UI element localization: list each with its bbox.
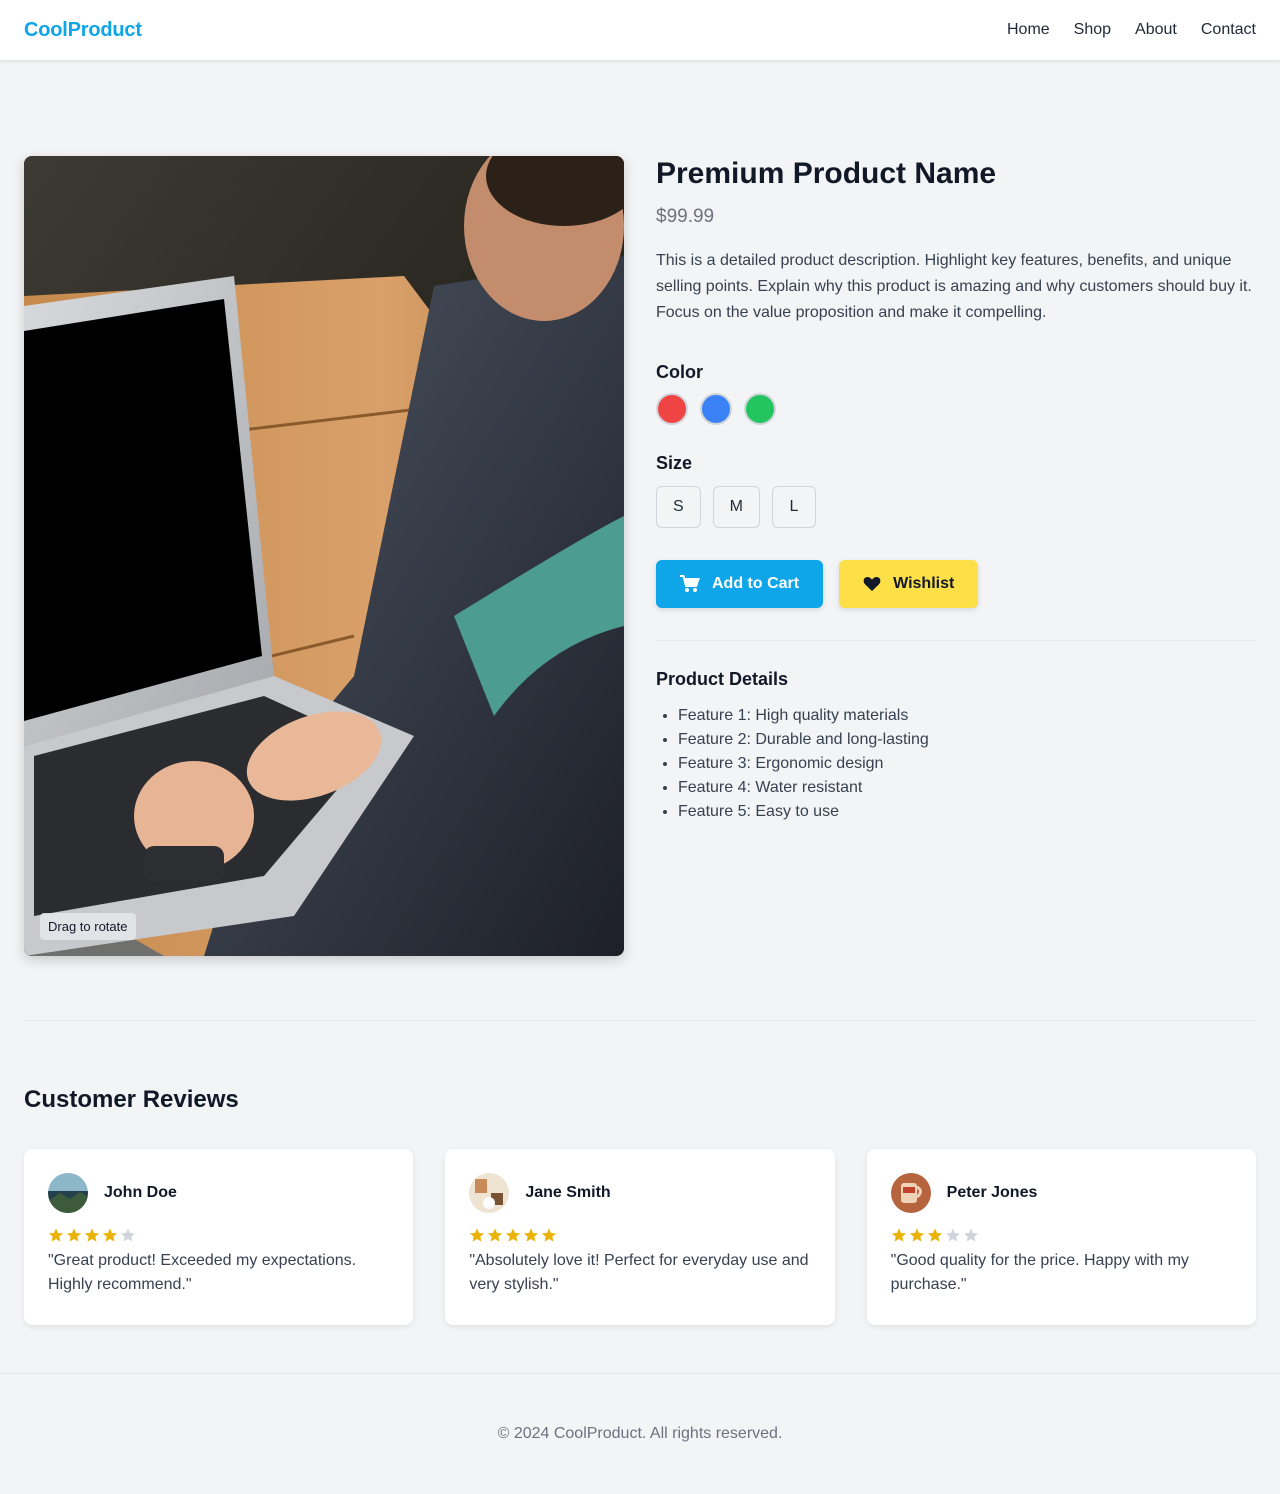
main-nav: Home Shop About Contact xyxy=(1007,21,1256,39)
section-divider xyxy=(24,1020,1256,1021)
feature-item: Feature 2: Durable and long-lasting xyxy=(678,728,1256,752)
star-filled-icon xyxy=(102,1228,118,1242)
reviews-list: John Doe "Great product! Exceeded my exp… xyxy=(24,1149,1256,1325)
reviewer-name: Jane Smith xyxy=(525,1184,611,1201)
star-filled-icon xyxy=(927,1228,942,1242)
details-divider xyxy=(656,640,1256,641)
reviews-title: Customer Reviews xyxy=(24,1086,239,1113)
logo-link[interactable]: CoolProduct xyxy=(24,19,142,42)
product-description: This is a detailed product description. … xyxy=(656,252,1252,321)
color-swatch-green[interactable] xyxy=(744,393,776,425)
review-card: John Doe "Great product! Exceeded my exp… xyxy=(24,1149,414,1325)
star-empty-icon xyxy=(120,1228,136,1242)
star-filled-icon xyxy=(891,1228,906,1242)
reviewer: Jane Smith xyxy=(469,1173,810,1213)
star-filled-icon xyxy=(84,1228,100,1242)
star-filled-icon xyxy=(909,1228,924,1242)
nav-shop[interactable]: Shop xyxy=(1074,21,1111,39)
feature-item: Feature 1: High quality materials xyxy=(678,704,1256,728)
product-image-viewer[interactable]: Drag to rotate xyxy=(24,156,624,956)
add-to-cart-button[interactable]: Add to Cart xyxy=(656,560,824,608)
star-filled-icon xyxy=(48,1228,64,1242)
reviewer: Peter Jones xyxy=(890,1173,1232,1213)
reviewer-name: John Doe xyxy=(104,1184,177,1201)
feature-item: Feature 3: Ergonomic design xyxy=(678,752,1256,776)
feature-list: Feature 1: High quality materials Featur… xyxy=(656,704,1256,824)
heart-icon xyxy=(863,577,881,591)
purchase-actions: Add to Cart Wishlist xyxy=(656,560,1256,608)
wishlist-label: Wishlist xyxy=(893,575,955,592)
reviewer-name: Peter Jones xyxy=(946,1184,1038,1201)
color-options xyxy=(656,393,1256,425)
avatar xyxy=(48,1173,88,1213)
add-to-cart-label: Add to Cart xyxy=(712,575,800,592)
size-l-button[interactable]: L xyxy=(772,486,816,528)
star-rating xyxy=(48,1227,389,1243)
product-info: Premium Product Name $99.99 This is a de… xyxy=(656,156,1256,956)
product-photo xyxy=(24,156,624,956)
site-header: CoolProduct Home Shop About Contact xyxy=(0,0,1280,60)
drag-to-rotate-hint: Drag to rotate xyxy=(40,913,136,940)
product-title: Premium Product Name xyxy=(656,157,997,190)
review-text: "Good quality for the price. Happy with … xyxy=(890,1252,1189,1293)
star-filled-icon xyxy=(488,1228,503,1242)
color-swatch-blue[interactable] xyxy=(700,393,732,425)
star-filled-icon xyxy=(66,1228,82,1242)
nav-home[interactable]: Home xyxy=(1007,21,1050,39)
size-m-button[interactable]: M xyxy=(712,486,760,528)
avatar xyxy=(890,1173,931,1213)
cart-icon xyxy=(680,575,700,592)
product-details-title: Product Details xyxy=(656,669,789,689)
star-filled-icon xyxy=(470,1228,485,1242)
review-text: "Absolutely love it! Perfect for everyda… xyxy=(469,1252,809,1293)
nav-about[interactable]: About xyxy=(1135,21,1177,39)
product-price: $99.99 xyxy=(656,206,715,227)
nav-contact[interactable]: Contact xyxy=(1201,21,1256,39)
star-rating xyxy=(891,1227,1232,1243)
size-options: S M L xyxy=(656,486,1256,528)
review-card: Peter Jones "Good quality for the price.… xyxy=(866,1149,1256,1325)
product-section: Drag to rotate Premium Product Name $99.… xyxy=(24,156,1256,956)
color-label: Color xyxy=(656,362,703,382)
avatar xyxy=(469,1173,510,1213)
star-rating xyxy=(469,1227,810,1243)
star-filled-icon xyxy=(506,1228,521,1242)
size-label: Size xyxy=(656,453,693,473)
star-empty-icon xyxy=(945,1228,960,1242)
review-card: Jane Smith "Absolutely love it! Perfect … xyxy=(445,1149,835,1325)
review-text: "Great product! Exceeded my expectations… xyxy=(48,1252,357,1293)
feature-item: Feature 4: Water resistant xyxy=(678,776,1256,800)
color-swatch-red[interactable] xyxy=(656,393,688,425)
wishlist-button[interactable]: Wishlist xyxy=(839,560,979,608)
copyright-text: © 2024 CoolProduct. All rights reserved. xyxy=(497,1425,783,1442)
star-filled-icon xyxy=(542,1228,557,1242)
star-filled-icon xyxy=(524,1228,539,1242)
star-empty-icon xyxy=(963,1228,978,1242)
site-footer: © 2024 CoolProduct. All rights reserved. xyxy=(0,1373,1280,1494)
reviewer: John Doe xyxy=(48,1173,389,1213)
size-s-button[interactable]: S xyxy=(656,486,701,528)
feature-item: Feature 5: Easy to use xyxy=(678,800,1256,824)
